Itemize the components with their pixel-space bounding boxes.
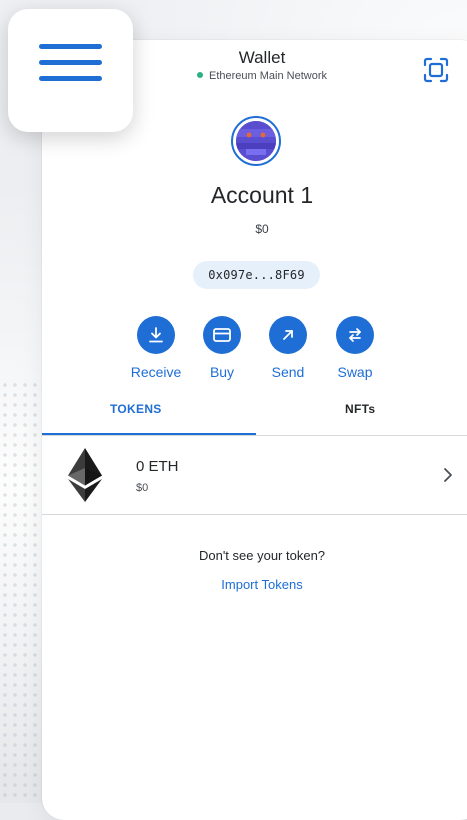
active-tab-indicator bbox=[42, 433, 256, 435]
wallet-screen: Wallet Ethereum Main Network Account 1 $… bbox=[42, 40, 467, 820]
account-address[interactable]: 0x097e...8F69 bbox=[193, 261, 320, 289]
import-tokens-link[interactable]: Import Tokens bbox=[221, 577, 302, 592]
chevron-right-icon bbox=[442, 466, 454, 484]
swap-icon bbox=[336, 316, 374, 354]
hamburger-icon-bar-3 bbox=[39, 76, 102, 81]
tab-nfts[interactable]: NFTs bbox=[345, 402, 375, 416]
ethereum-icon bbox=[68, 448, 102, 502]
account-balance: $0 bbox=[255, 222, 269, 236]
account-name[interactable]: Account 1 bbox=[42, 182, 467, 209]
swap-label: Swap bbox=[337, 364, 373, 380]
hamburger-icon-bar-2 bbox=[39, 60, 102, 65]
send-label: Send bbox=[271, 364, 305, 380]
arrow-up-right-icon bbox=[269, 316, 307, 354]
token-row-eth[interactable]: 0 ETH $0 bbox=[42, 436, 467, 515]
buy-button[interactable]: Buy bbox=[192, 316, 252, 380]
token-fiat-value: $0 bbox=[136, 482, 149, 494]
receive-button[interactable]: Receive bbox=[126, 316, 186, 380]
send-button[interactable]: Send bbox=[258, 316, 318, 380]
scan-qr-icon[interactable] bbox=[422, 56, 450, 84]
buy-label: Buy bbox=[209, 364, 235, 380]
missing-token-prompt: Don't see your token? bbox=[198, 548, 326, 563]
receive-label: Receive bbox=[130, 364, 182, 380]
import-tokens-link-row: Import Tokens bbox=[42, 577, 467, 592]
menu-button[interactable] bbox=[8, 9, 133, 132]
tab-tokens[interactable]: TOKENS bbox=[110, 402, 162, 416]
account-avatar[interactable] bbox=[231, 116, 281, 166]
card-icon bbox=[203, 316, 241, 354]
swap-button[interactable]: Swap bbox=[325, 316, 385, 380]
download-icon bbox=[137, 316, 175, 354]
token-amount: 0 ETH bbox=[136, 458, 179, 475]
network-status-dot bbox=[197, 72, 203, 78]
network-name: Ethereum Main Network bbox=[209, 70, 327, 82]
identicon bbox=[236, 121, 276, 161]
hamburger-icon bbox=[39, 44, 102, 49]
